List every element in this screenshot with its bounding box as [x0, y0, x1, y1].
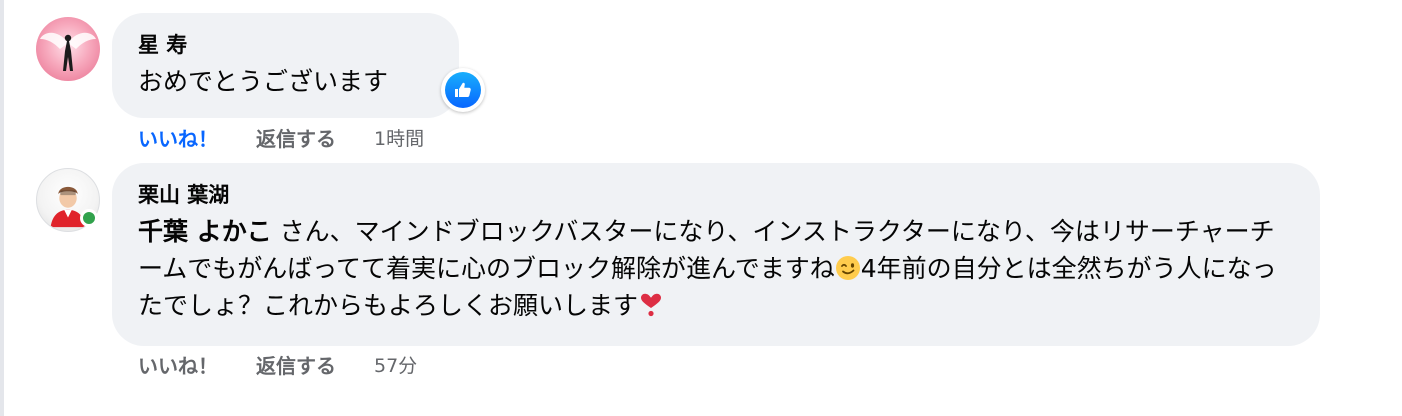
comment-text: 千葉 よかこ さん、マインドブロックバスターになり、インストラクターになり、今は… — [138, 213, 1298, 324]
reply-button[interactable]: 返信する — [256, 123, 336, 152]
reaction-badge[interactable] — [441, 68, 485, 112]
comment-timestamp[interactable]: 57分 — [374, 351, 417, 378]
avatar-photo — [40, 32, 96, 71]
mention-link[interactable]: 千葉 よかこ — [138, 217, 272, 246]
comment-actions: いいね！ 返信する 1時間 — [138, 123, 424, 152]
comment-bubble: 星 寿 おめでとうございます — [112, 13, 459, 118]
comments-section: 星 寿 おめでとうございます いいね！ 返信する 1時間 栗山 葉湖 千葉 よか… — [0, 0, 1402, 416]
like-button[interactable]: いいね！ — [138, 350, 218, 379]
reply-button[interactable]: 返信する — [256, 350, 336, 379]
comment-timestamp[interactable]: 1時間 — [374, 124, 424, 151]
heart-exclamation-emoji — [638, 292, 664, 318]
comment-text: おめでとうございます — [138, 67, 389, 96]
like-button[interactable]: いいね！ — [138, 123, 218, 152]
avatar[interactable] — [36, 17, 100, 81]
online-status-indicator — [80, 209, 98, 227]
thread-rail — [0, 0, 4, 416]
comment-actions: いいね！ 返信する 57分 — [138, 350, 417, 379]
like-icon — [445, 72, 481, 108]
winking-face-emoji — [835, 255, 861, 281]
comment-author[interactable]: 栗山 葉湖 — [138, 181, 1294, 209]
comment-bubble: 栗山 葉湖 千葉 よかこ さん、マインドブロックバスターになり、インストラクター… — [112, 163, 1320, 346]
comment-author[interactable]: 星 寿 — [138, 31, 433, 59]
